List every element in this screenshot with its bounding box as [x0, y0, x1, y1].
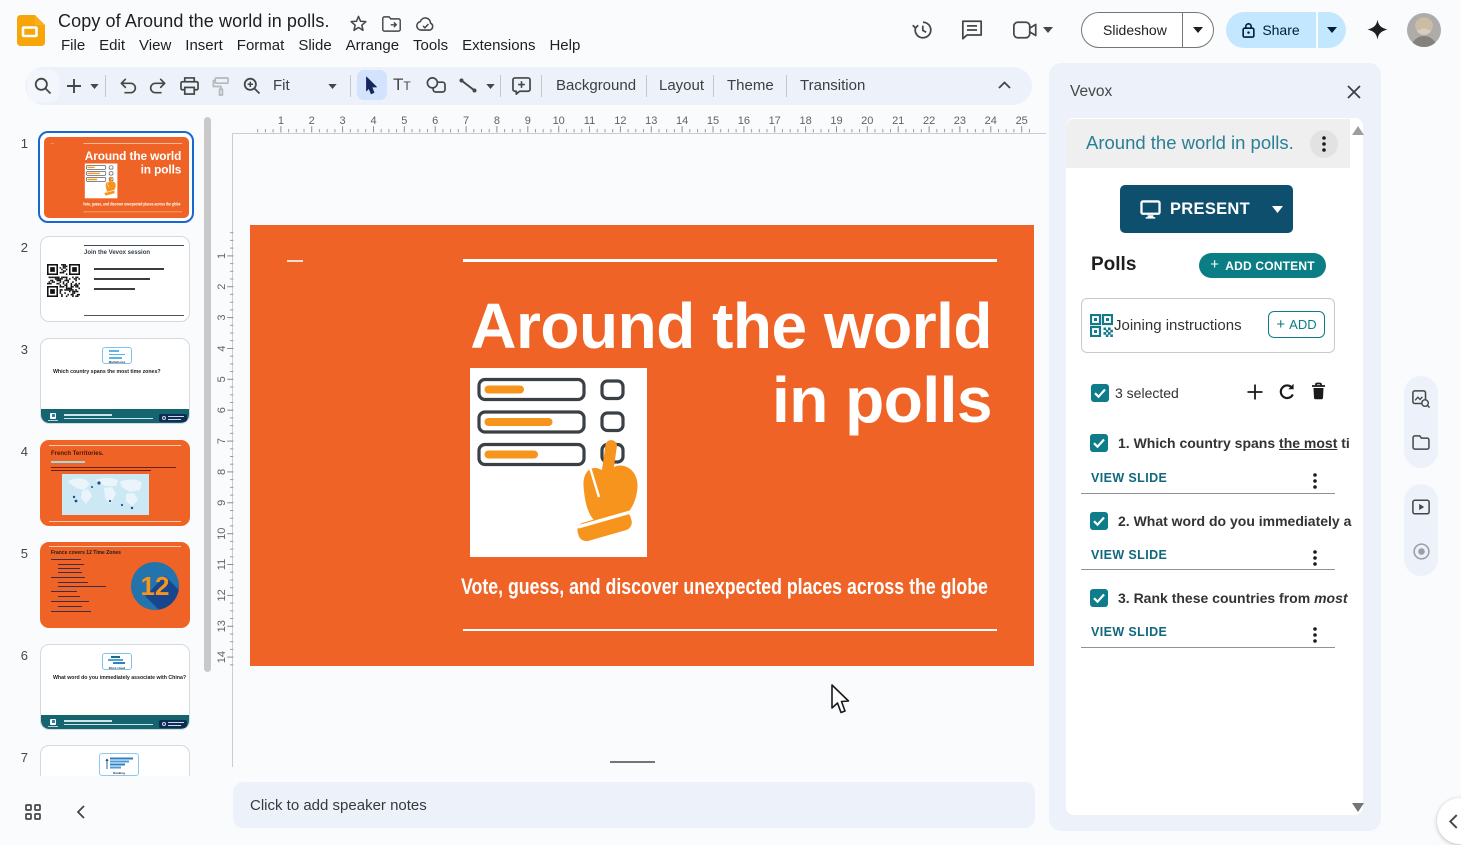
svg-text:9: 9	[216, 500, 228, 506]
svg-text:12: 12	[141, 571, 170, 601]
svg-text:9: 9	[525, 115, 531, 127]
svg-text:18: 18	[799, 115, 811, 127]
svg-text:15: 15	[707, 115, 719, 127]
svg-text:10: 10	[553, 115, 565, 127]
svg-text:6: 6	[216, 407, 228, 413]
svg-text:12: 12	[614, 115, 626, 127]
svg-text:11: 11	[216, 559, 228, 570]
svg-text:1: 1	[216, 253, 228, 259]
svg-text:8: 8	[494, 115, 500, 127]
svg-text:2: 2	[309, 115, 315, 127]
svg-text:22: 22	[923, 115, 935, 127]
svg-text:7: 7	[463, 115, 469, 127]
svg-text:3: 3	[216, 315, 228, 321]
svg-text:10: 10	[216, 528, 228, 540]
svg-text:7: 7	[216, 438, 228, 444]
svg-text:14: 14	[676, 115, 688, 127]
svg-text:25: 25	[1016, 115, 1028, 127]
svg-text:23: 23	[954, 115, 966, 127]
svg-text:4: 4	[370, 115, 376, 127]
svg-text:13: 13	[216, 620, 228, 632]
svg-text:11: 11	[584, 115, 595, 127]
svg-text:21: 21	[892, 115, 904, 127]
svg-text:16: 16	[738, 115, 750, 127]
svg-text:2: 2	[216, 284, 228, 290]
svg-text:5: 5	[216, 376, 228, 382]
svg-text:24: 24	[985, 115, 997, 127]
svg-text:1: 1	[278, 115, 284, 127]
svg-text:13: 13	[645, 115, 657, 127]
svg-text:6: 6	[432, 115, 438, 127]
svg-text:3: 3	[340, 115, 346, 127]
svg-text:12: 12	[216, 589, 228, 601]
svg-text:19: 19	[830, 115, 842, 127]
svg-text:5: 5	[401, 115, 407, 127]
svg-text:14: 14	[216, 651, 228, 663]
svg-text:20: 20	[861, 115, 873, 127]
svg-text:17: 17	[769, 115, 781, 127]
svg-text:4: 4	[216, 345, 228, 351]
svg-text:8: 8	[216, 469, 228, 475]
